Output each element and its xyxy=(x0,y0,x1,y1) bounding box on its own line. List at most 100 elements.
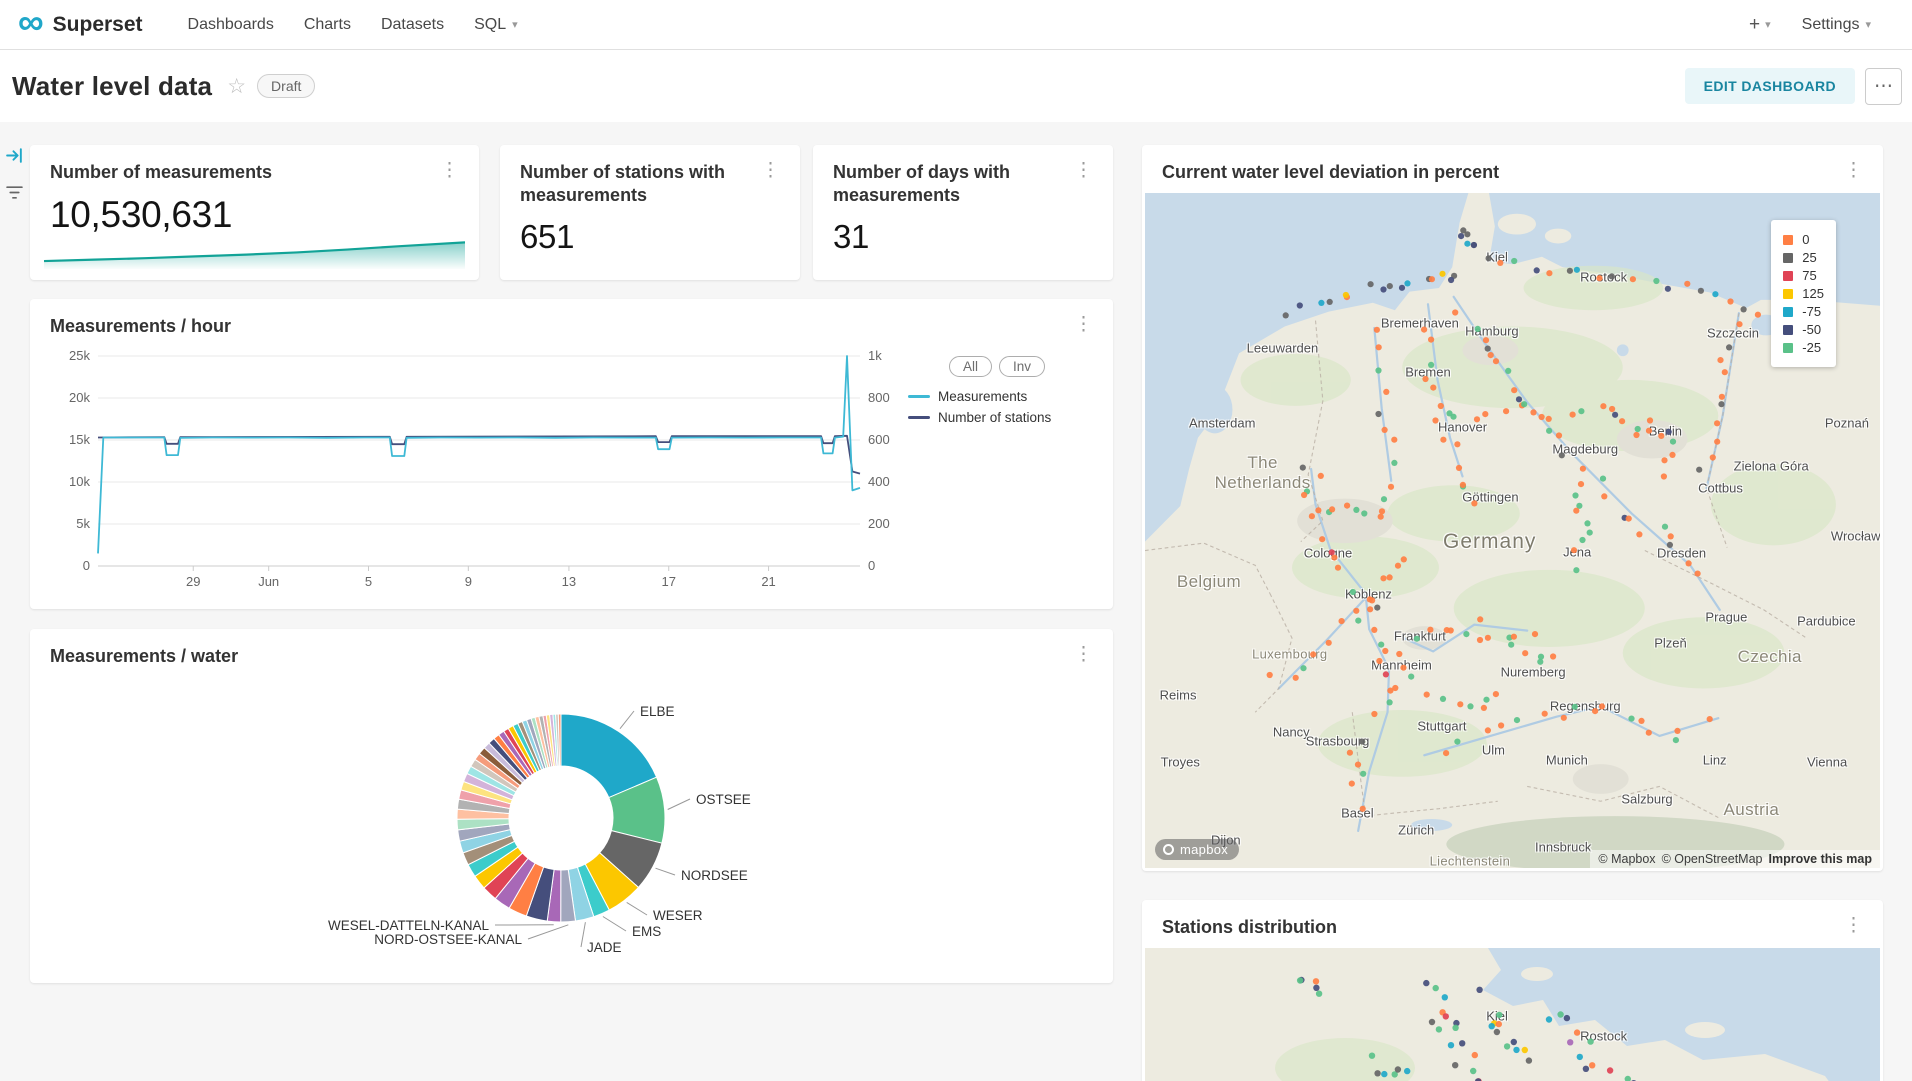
kpi-card-stations: Number of stations with measurements ⋮ 6… xyxy=(500,145,800,280)
kpi-value: 10,530,631 xyxy=(30,192,479,236)
donut-slice-label: ELBE xyxy=(640,704,675,719)
svg-text:5: 5 xyxy=(365,574,372,589)
svg-text:29: 29 xyxy=(186,574,200,589)
draft-badge: Draft xyxy=(257,74,315,98)
legend-swatch xyxy=(1783,289,1793,299)
stations-map[interactable]: KielRostock xyxy=(1145,948,1880,1081)
map-legend: 0 25 75 125 -75 -50 -25 xyxy=(1771,220,1836,367)
page-title: Water level data xyxy=(12,71,212,102)
legend-swatch xyxy=(1783,271,1793,281)
legend-swatch xyxy=(1783,253,1793,263)
svg-text:10k: 10k xyxy=(69,474,90,489)
brand-name: Superset xyxy=(53,13,143,37)
donut-slice-label: NORD-OSTSEE-KANAL xyxy=(374,932,522,947)
donut-slice-label: JADE xyxy=(587,940,622,955)
kebab-menu-icon[interactable]: ⋮ xyxy=(1070,645,1097,664)
legend-invert-button[interactable]: Inv xyxy=(999,356,1045,377)
dashboard-header: Water level data ☆ Draft EDIT DASHBOARD … xyxy=(0,50,1912,122)
svg-text:600: 600 xyxy=(868,432,890,447)
filter-bar-collapsed xyxy=(5,146,24,200)
plus-icon: + xyxy=(1749,14,1760,36)
deviation-map[interactable]: LeeuwardenAmsterdamThe NetherlandsBremer… xyxy=(1145,193,1880,868)
legend-item[interactable]: 0 xyxy=(1783,232,1824,247)
legend-select-all-button[interactable]: All xyxy=(949,356,992,377)
new-item-button[interactable]: + ▾ xyxy=(1733,14,1787,36)
series-line-swatch xyxy=(908,416,930,419)
osm-attribution-link[interactable]: © OpenStreetMap xyxy=(1662,852,1763,866)
nav-dashboards[interactable]: Dashboards xyxy=(173,0,289,50)
legend-item-number-of-stations[interactable]: Number of stations xyxy=(908,410,1086,425)
svg-text:200: 200 xyxy=(868,516,890,531)
legend-item[interactable]: -50 xyxy=(1783,322,1824,337)
kebab-menu-icon[interactable]: ⋮ xyxy=(1070,161,1097,180)
legend-item[interactable]: 75 xyxy=(1783,268,1824,283)
kebab-menu-icon[interactable]: ⋮ xyxy=(1840,161,1867,180)
filter-icon[interactable] xyxy=(6,185,23,200)
kebab-menu-icon[interactable]: ⋮ xyxy=(436,161,463,180)
svg-text:20k: 20k xyxy=(69,390,90,405)
svg-text:15k: 15k xyxy=(69,432,90,447)
donut-slice-label: WESEL-DATTELN-KANAL xyxy=(328,918,490,933)
mapbox-attribution-link[interactable]: © Mapbox xyxy=(1598,852,1655,866)
dashboard-body: Number of measurements ⋮ 10,530,631 Numb… xyxy=(0,122,1912,1081)
mapbox-logo-icon xyxy=(1163,844,1174,855)
dashboard-more-menu-icon[interactable]: ⋯ xyxy=(1865,68,1902,105)
improve-map-link[interactable]: Improve this map xyxy=(1769,852,1873,866)
nav-charts[interactable]: Charts xyxy=(289,0,366,50)
legend-item[interactable]: -75 xyxy=(1783,304,1824,319)
svg-text:Jun: Jun xyxy=(258,574,279,589)
nav-sql[interactable]: SQL ▾ xyxy=(459,0,533,50)
legend-item[interactable]: 125 xyxy=(1783,286,1824,301)
settings-menu[interactable]: Settings ▾ xyxy=(1787,0,1886,50)
line-chart: 005k20010k40015k60020k80025k1k29Jun59131… xyxy=(48,348,908,594)
map-basemap xyxy=(1145,193,1880,868)
svg-text:21: 21 xyxy=(761,574,775,589)
settings-label: Settings xyxy=(1802,16,1860,34)
kpi-card-days: Number of days with measurements ⋮ 31 xyxy=(813,145,1113,280)
mapbox-logo[interactable]: mapbox xyxy=(1155,839,1239,860)
chart-title: Measurements / hour xyxy=(50,315,231,338)
kpi-value: 651 xyxy=(500,214,800,256)
chart-legend: All Inv Measurements Number of stations xyxy=(908,348,1086,594)
kpi-card-measurements: Number of measurements ⋮ 10,530,631 xyxy=(30,145,479,280)
edit-dashboard-button[interactable]: EDIT DASHBOARD xyxy=(1685,68,1855,104)
svg-text:5k: 5k xyxy=(76,516,90,531)
legend-item[interactable]: 25 xyxy=(1783,250,1824,265)
kebab-menu-icon[interactable]: ⋮ xyxy=(1840,916,1867,935)
svg-text:13: 13 xyxy=(562,574,576,589)
kpi-trendline xyxy=(44,233,465,269)
measurements-per-water-chart-card: Measurements / water ⋮ ELBEOSTSEENORDSEE… xyxy=(30,629,1113,983)
svg-text:25k: 25k xyxy=(69,348,90,363)
map-basemap xyxy=(1145,948,1880,1081)
top-navbar: ∞ Superset Dashboards Charts Datasets SQ… xyxy=(0,0,1912,50)
svg-text:9: 9 xyxy=(465,574,472,589)
donut-slice-label: OSTSEE xyxy=(696,792,751,807)
kpi-title: Number of days with measurements xyxy=(833,161,1070,206)
chevron-down-icon: ▾ xyxy=(512,18,518,31)
measurements-per-hour-chart-card: Measurements / hour ⋮ 005k20010k40015k60… xyxy=(30,299,1113,609)
svg-text:400: 400 xyxy=(868,474,890,489)
deviation-map-card: Current water level deviation in percent… xyxy=(1142,145,1883,871)
legend-swatch xyxy=(1783,343,1793,353)
favorite-star-icon[interactable]: ☆ xyxy=(227,74,246,99)
kebab-menu-icon[interactable]: ⋮ xyxy=(1070,315,1097,334)
chevron-down-icon: ▾ xyxy=(1865,18,1871,31)
stations-distribution-card: Stations distribution ⋮ KielRostock xyxy=(1142,900,1883,1081)
legend-item[interactable]: -25 xyxy=(1783,340,1824,355)
donut-chart: ELBEOSTSEENORDSEEWESEREMSJADENORD-OSTSEE… xyxy=(50,676,1093,976)
series-line-swatch xyxy=(908,395,930,398)
superset-logo[interactable]: ∞ Superset xyxy=(18,13,143,37)
kpi-value: 31 xyxy=(813,214,1113,256)
legend-swatch xyxy=(1783,325,1793,335)
expand-filter-bar-icon[interactable] xyxy=(5,146,24,165)
svg-text:0: 0 xyxy=(83,558,90,573)
map-attribution: © Mapbox © OpenStreetMap Improve this ma… xyxy=(1590,850,1880,868)
chart-title: Stations distribution xyxy=(1162,916,1337,939)
chart-title: Measurements / water xyxy=(50,645,238,668)
legend-item-measurements[interactable]: Measurements xyxy=(908,389,1086,404)
kebab-menu-icon[interactable]: ⋮ xyxy=(757,161,784,180)
nav-sql-label: SQL xyxy=(474,16,506,34)
kpi-title: Number of measurements xyxy=(50,161,272,184)
chevron-down-icon: ▾ xyxy=(1765,18,1771,31)
nav-datasets[interactable]: Datasets xyxy=(366,0,459,50)
